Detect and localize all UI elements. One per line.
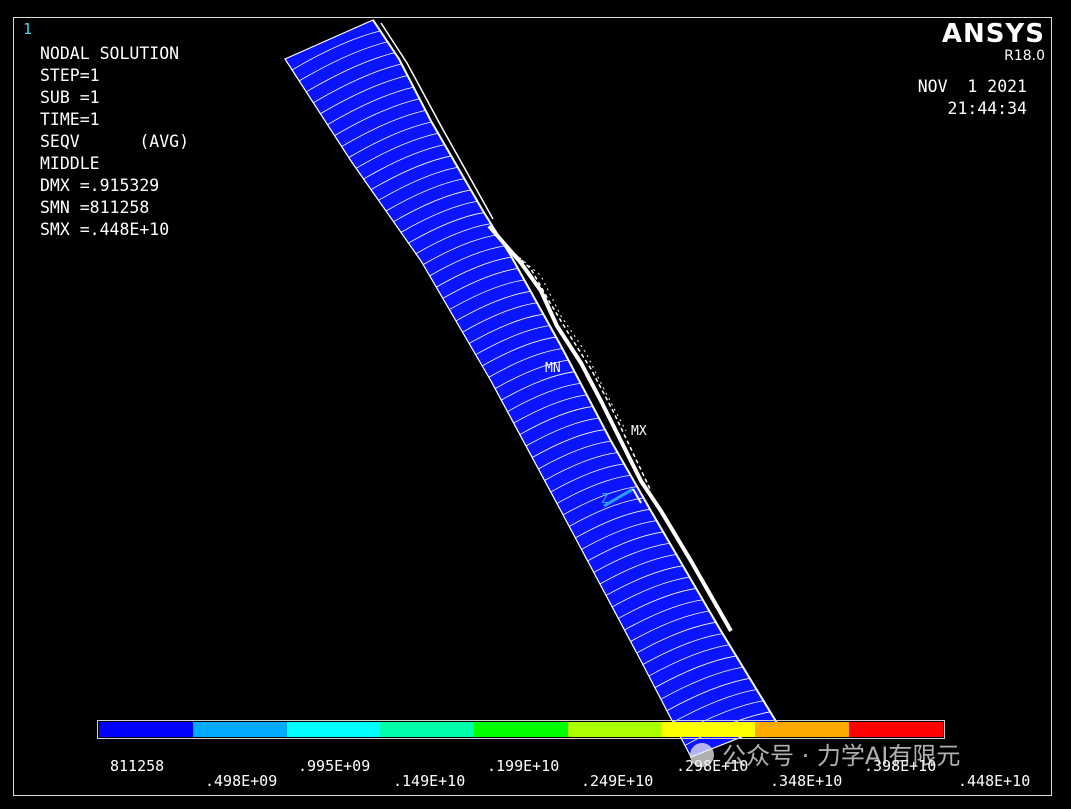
legend-label: .249E+10: [581, 772, 654, 790]
wechat-icon: [690, 743, 714, 767]
legend-swatch: [192, 722, 287, 737]
deformed-edge: [372, 19, 778, 724]
legend-label: 811258: [110, 757, 165, 775]
legend-swatch: [380, 722, 475, 737]
legend-label: .448E+10: [958, 772, 1031, 790]
graphics-viewport[interactable]: 1 NODAL SOLUTION STEP=1 SUB =1 TIME=1 SE…: [13, 17, 1052, 796]
legend-swatch: [286, 722, 381, 737]
model-body: [284, 19, 778, 758]
legend-swatch: [99, 722, 193, 737]
legend-label: .498E+09: [205, 772, 278, 790]
legend-label: .149E+10: [393, 772, 466, 790]
max-marker: MX: [631, 424, 647, 439]
watermark: 公众号 · 力学AI有限元: [690, 736, 960, 771]
fe-model-plot[interactable]: MN MX Z: [14, 18, 1051, 795]
watermark-text: 公众号 · 力学AI有限元: [722, 742, 961, 770]
legend-swatch: [755, 722, 850, 737]
legend-swatch: [474, 722, 568, 737]
legend-label: .995E+09: [298, 757, 371, 775]
axis-z-label: Z: [601, 492, 609, 507]
legend-label: .199E+10: [487, 757, 560, 775]
legend-swatch: [661, 722, 756, 737]
min-marker: MN: [545, 361, 561, 376]
legend-swatch: [567, 722, 662, 737]
legend-swatch: [849, 722, 944, 737]
legend-label: .348E+10: [770, 772, 843, 790]
